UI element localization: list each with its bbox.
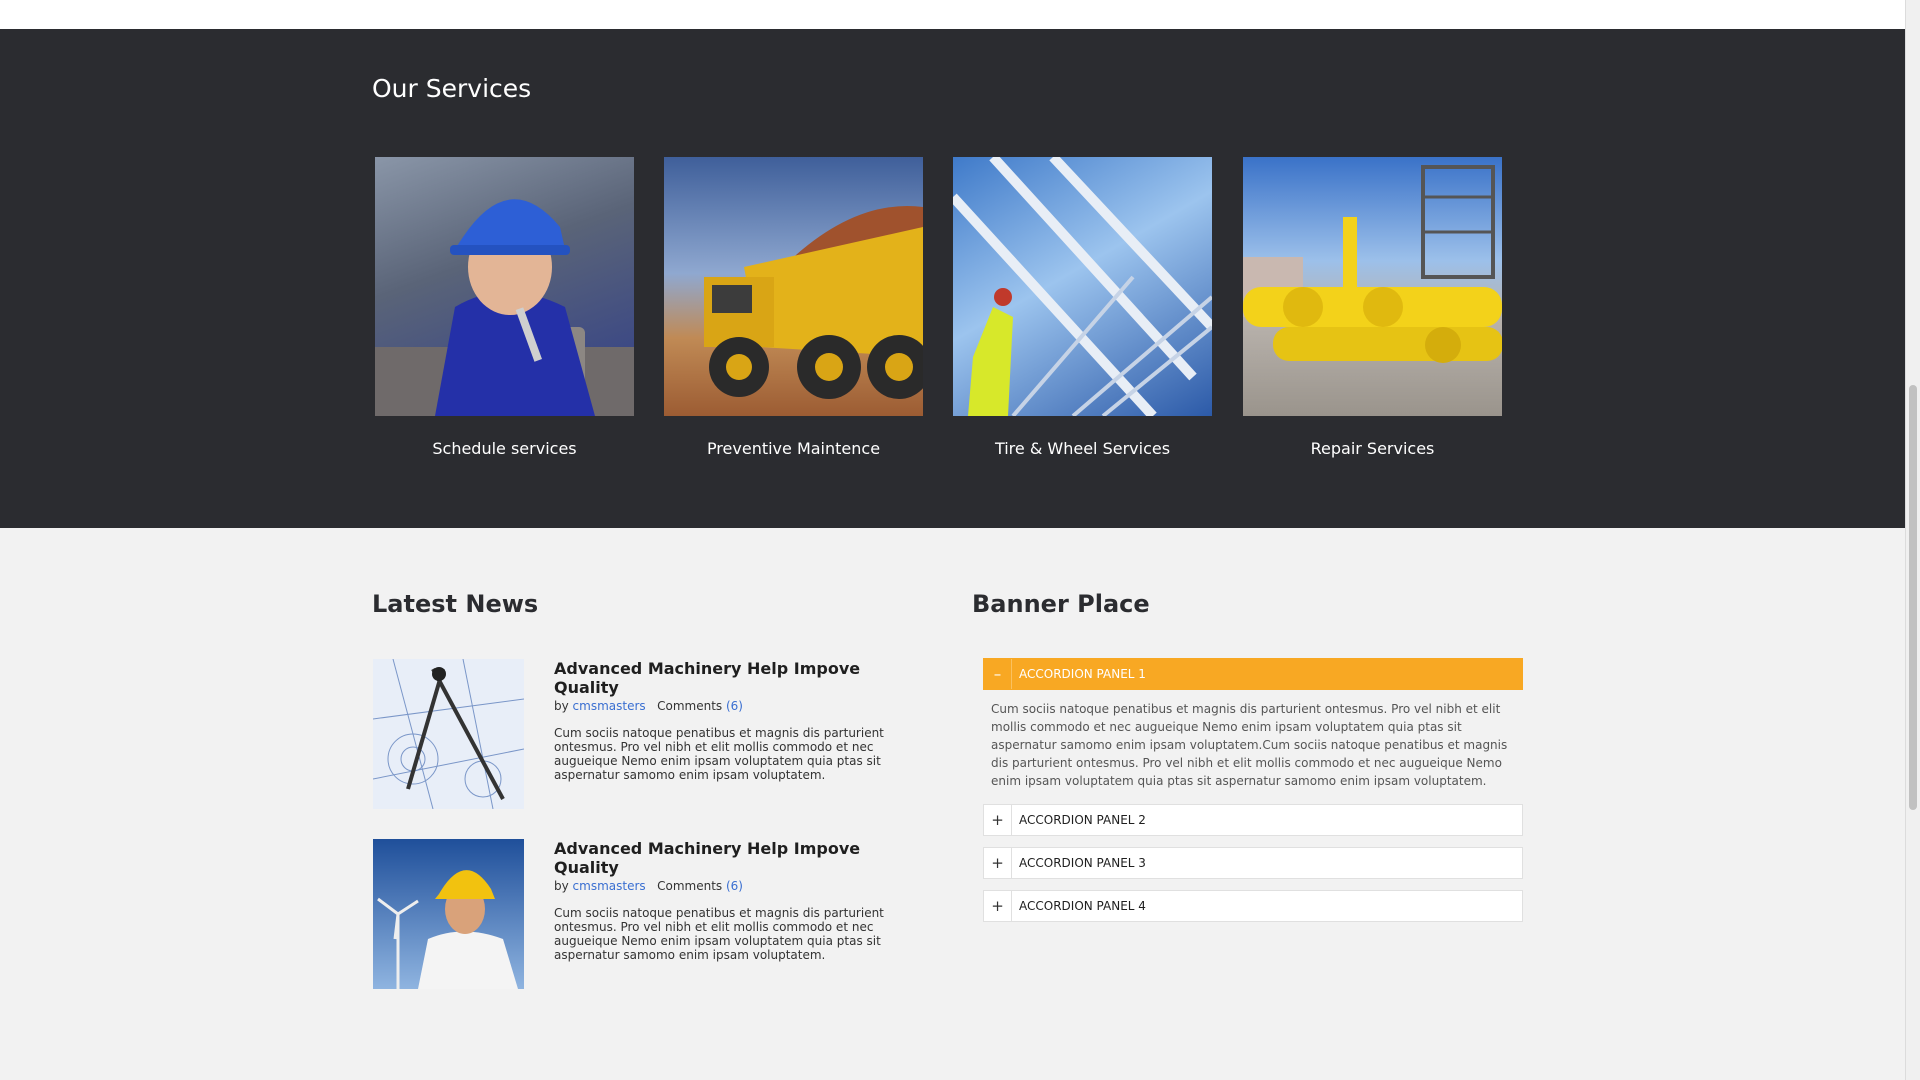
expand-icon[interactable]: + (984, 805, 1012, 835)
expand-icon[interactable]: + (984, 891, 1012, 921)
accordion-panel-label: ACCORDION PANEL 3 (1019, 856, 1146, 870)
news-body: Advanced Machinery Help Impove Quality b… (554, 659, 884, 782)
scrollbar-thumb[interactable] (1909, 385, 1917, 810)
news-item: Advanced Machinery Help Impove Quality b… (373, 839, 893, 989)
accordion-panel-3-header[interactable]: + ACCORDION PANEL 3 (983, 847, 1523, 879)
worker-wind-turbine-image[interactable] (373, 839, 524, 989)
comments-label: Comments (657, 879, 723, 893)
news-title-link[interactable]: Advanced Machinery Help Impove Quality (554, 659, 884, 697)
top-header-bar (0, 0, 1905, 29)
accordion-panel-label: ACCORDION PANEL 4 (1019, 899, 1146, 913)
banner-place-title: Banner Place (972, 590, 1150, 618)
accordion-panel-label: ACCORDION PANEL 1 (1019, 667, 1146, 681)
blueprint-compass-image[interactable] (373, 659, 524, 809)
author-link[interactable]: cmsmasters (573, 699, 646, 713)
vertical-scrollbar[interactable] (1905, 0, 1920, 1080)
news-meta: by cmsmasters Comments (6) (554, 699, 884, 713)
service-label-schedule[interactable]: Schedule services (375, 439, 634, 458)
industrial-pipes-image[interactable] (953, 157, 1212, 416)
service-card-tire-wheel[interactable]: Tire & Wheel Services (953, 157, 1212, 458)
accordion-panel-2-header[interactable]: + ACCORDION PANEL 2 (983, 804, 1523, 836)
services-section: Our Services Schedule services Preventiv… (0, 29, 1905, 528)
service-card-schedule[interactable]: Schedule services (375, 157, 634, 458)
service-card-preventive[interactable]: Preventive Maintence (664, 157, 923, 458)
services-title: Our Services (372, 74, 532, 103)
by-label: by (554, 879, 569, 893)
news-excerpt: Cum sociis natoque penatibus et magnis d… (554, 726, 884, 782)
news-body: Advanced Machinery Help Impove Quality b… (554, 839, 884, 962)
latest-news-title: Latest News (372, 590, 539, 618)
collapse-icon[interactable]: – (984, 659, 1012, 689)
service-label-repair[interactable]: Repair Services (1243, 439, 1502, 458)
service-label-preventive[interactable]: Preventive Maintence (664, 439, 923, 458)
news-meta: by cmsmasters Comments (6) (554, 879, 884, 893)
accordion-panel-1-content: Cum sociis natoque penatibus et magnis d… (991, 702, 1508, 788)
accordion: – ACCORDION PANEL 1 Cum sociis natoque p… (983, 658, 1523, 933)
yellow-pipeline-image[interactable] (1243, 157, 1502, 416)
accordion-panel-label: ACCORDION PANEL 2 (1019, 813, 1146, 827)
news-title-link[interactable]: Advanced Machinery Help Impove Quality (554, 839, 884, 877)
service-card-repair[interactable]: Repair Services (1243, 157, 1502, 458)
comments-count-link[interactable]: (6) (726, 879, 743, 893)
news-excerpt: Cum sociis natoque penatibus et magnis d… (554, 906, 884, 962)
accordion-panel-4-header[interactable]: + ACCORDION PANEL 4 (983, 890, 1523, 922)
content-section: Latest News Banner Place (0, 528, 1905, 1080)
comments-count-link[interactable]: (6) (726, 699, 743, 713)
news-item: Advanced Machinery Help Impove Quality b… (373, 659, 893, 809)
author-link[interactable]: cmsmasters (573, 879, 646, 893)
comments-label: Comments (657, 699, 723, 713)
service-label-tire-wheel[interactable]: Tire & Wheel Services (953, 439, 1212, 458)
by-label: by (554, 699, 569, 713)
accordion-panel-1-header[interactable]: – ACCORDION PANEL 1 (983, 658, 1523, 690)
engineer-helmet-image[interactable] (375, 157, 634, 416)
dump-truck-image[interactable] (664, 157, 923, 416)
expand-icon[interactable]: + (984, 848, 1012, 878)
